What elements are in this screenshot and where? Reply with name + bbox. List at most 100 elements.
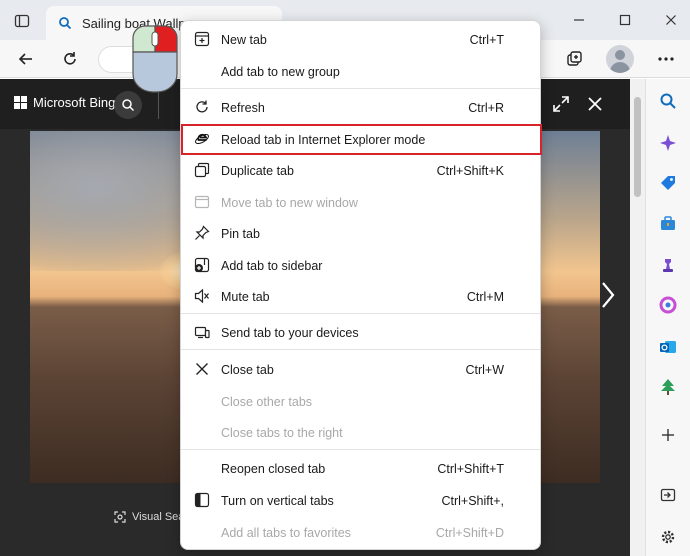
avatar-head-shape [615,50,625,60]
back-button[interactable] [12,46,40,72]
tab-actions-button[interactable] [8,8,36,34]
sidebar-copilot-button[interactable] [656,131,680,155]
menu-item-shortcut: Ctrl+Shift+D [435,525,504,540]
menu-item-new-tab[interactable]: New tab Ctrl+T [181,24,540,55]
menu-separator [181,88,540,89]
highlight-box [181,124,542,155]
microsoft-logo-icon [14,96,27,109]
sidebar-add-button[interactable] [656,423,680,447]
menu-item-label: Add all tabs to favorites [221,525,351,540]
window-close-button[interactable] [656,8,686,32]
close-viewer-button[interactable] [584,93,606,115]
window-close-icon [666,15,676,25]
close-icon [193,360,211,378]
sidebar-hide-button[interactable] [656,483,680,507]
visual-search-icon [114,511,126,523]
move-window-icon [193,193,211,211]
chess-piece-icon [663,259,673,272]
minimize-icon [574,19,584,21]
new-tab-icon [193,30,211,48]
more-options-button[interactable] [652,46,680,72]
bing-logo-text: Microsoft Bing [33,95,116,110]
menu-item-label: Close other tabs [221,394,313,409]
microsoft365-icon [659,296,677,314]
menu-item-close-tab[interactable]: Close tab Ctrl+W [181,354,540,385]
menu-item-label: Turn on vertical tabs [221,493,334,508]
search-favicon-icon [59,17,72,30]
menu-item-duplicate-tab[interactable]: Duplicate tab Ctrl+Shift+K [181,155,540,186]
menu-item-label: Send tab to your devices [221,325,359,340]
menu-item-shortcut: Ctrl+M [466,289,504,304]
sidebar-games-button[interactable] [656,253,680,277]
vertical-tabs-icon [193,491,211,509]
menu-item-vertical-tabs[interactable]: Turn on vertical tabs Ctrl+Shift+, [181,485,540,516]
sidebar-drop-button[interactable] [656,375,680,399]
menu-item-add-tab-to-sidebar[interactable]: Add tab to sidebar [181,250,540,281]
sidebar-microsoft365-button[interactable] [656,293,680,317]
maximize-button[interactable] [610,8,640,32]
sidebar-search-button[interactable] [656,89,680,113]
menu-item-shortcut: Ctrl+Shift+T [437,461,504,476]
mute-icon [193,287,211,305]
page-scrollbar[interactable] [630,79,645,556]
close-icon [588,97,602,111]
tab-actions-icon [14,14,30,28]
right-click-mouse-illustration [131,24,179,94]
duplicate-tab-icon [193,161,211,179]
mouse-icon [132,25,178,93]
menu-item-label: Add tab to new group [221,64,340,79]
tab-context-menu: New tab Ctrl+T Add tab to new group Refr… [180,20,542,550]
collections-icon [567,51,582,66]
bing-search-button[interactable] [114,91,142,119]
menu-item-shortcut: Ctrl+T [469,32,504,47]
menu-item-label: Mute tab [221,289,270,304]
menu-item-close-other-tabs: Close other tabs [181,386,540,417]
menu-item-mute-tab[interactable]: Mute tab Ctrl+M [181,281,540,312]
menu-item-pin-tab[interactable]: Pin tab [181,218,540,249]
menu-item-send-tab-to-devices[interactable]: Send tab to your devices [181,317,540,348]
menu-item-add-tab-to-new-group[interactable]: Add tab to new group [181,56,540,87]
collections-button[interactable] [560,46,588,72]
back-arrow-icon [18,53,32,65]
minimize-button[interactable] [564,8,594,32]
menu-item-label: Move tab to new window [221,195,358,210]
sidebar-settings-button[interactable] [656,525,680,549]
menu-item-close-tabs-to-right: Close tabs to the right [181,417,540,448]
edge-sidebar [645,79,690,556]
menu-item-shortcut: Ctrl+Shift+, [441,493,504,508]
menu-item-label: Close tabs to the right [221,425,343,440]
menu-item-shortcut: Ctrl+R [468,100,504,115]
sidebar-add-icon [193,256,211,274]
menu-item-label: Reopen closed tab [221,461,326,476]
menu-item-shortcut: Ctrl+W [465,362,504,377]
sidebar-tools-button[interactable] [656,211,680,235]
menu-item-reopen-closed-tab[interactable]: Reopen closed tab Ctrl+Shift+T [181,453,540,484]
plus-icon [662,429,674,441]
visual-search-button[interactable]: Visual Sear [114,511,188,523]
menu-separator [181,449,540,450]
menu-item-label: Add tab to sidebar [221,258,323,273]
menu-item-add-all-tabs-to-favorites: Add all tabs to favorites Ctrl+Shift+D [181,517,540,548]
scrollbar-thumb[interactable] [634,97,641,197]
gear-icon [661,530,675,544]
menu-item-label: Duplicate tab [221,163,294,178]
bing-logo[interactable]: Microsoft Bing [14,95,115,110]
avatar-body-shape [610,62,630,73]
expand-icon [553,96,569,112]
refresh-button[interactable] [56,46,84,72]
sidebar-shopping-button[interactable] [656,171,680,195]
fullscreen-button[interactable] [550,93,572,115]
sidebar-outlook-button[interactable] [656,335,680,359]
menu-separator [181,349,540,350]
menu-item-refresh[interactable]: Refresh Ctrl+R [181,92,540,123]
menu-item-label: Pin tab [221,226,260,241]
profile-avatar[interactable] [606,45,634,73]
chevron-right-icon [602,282,615,308]
sparkle-icon [660,135,676,151]
tree-icon [661,379,675,395]
menu-item-move-tab-to-new-window: Move tab to new window [181,187,540,218]
search-icon [122,99,135,112]
outlook-icon [660,341,676,353]
next-image-button[interactable] [596,275,620,315]
maximize-icon [619,14,631,26]
